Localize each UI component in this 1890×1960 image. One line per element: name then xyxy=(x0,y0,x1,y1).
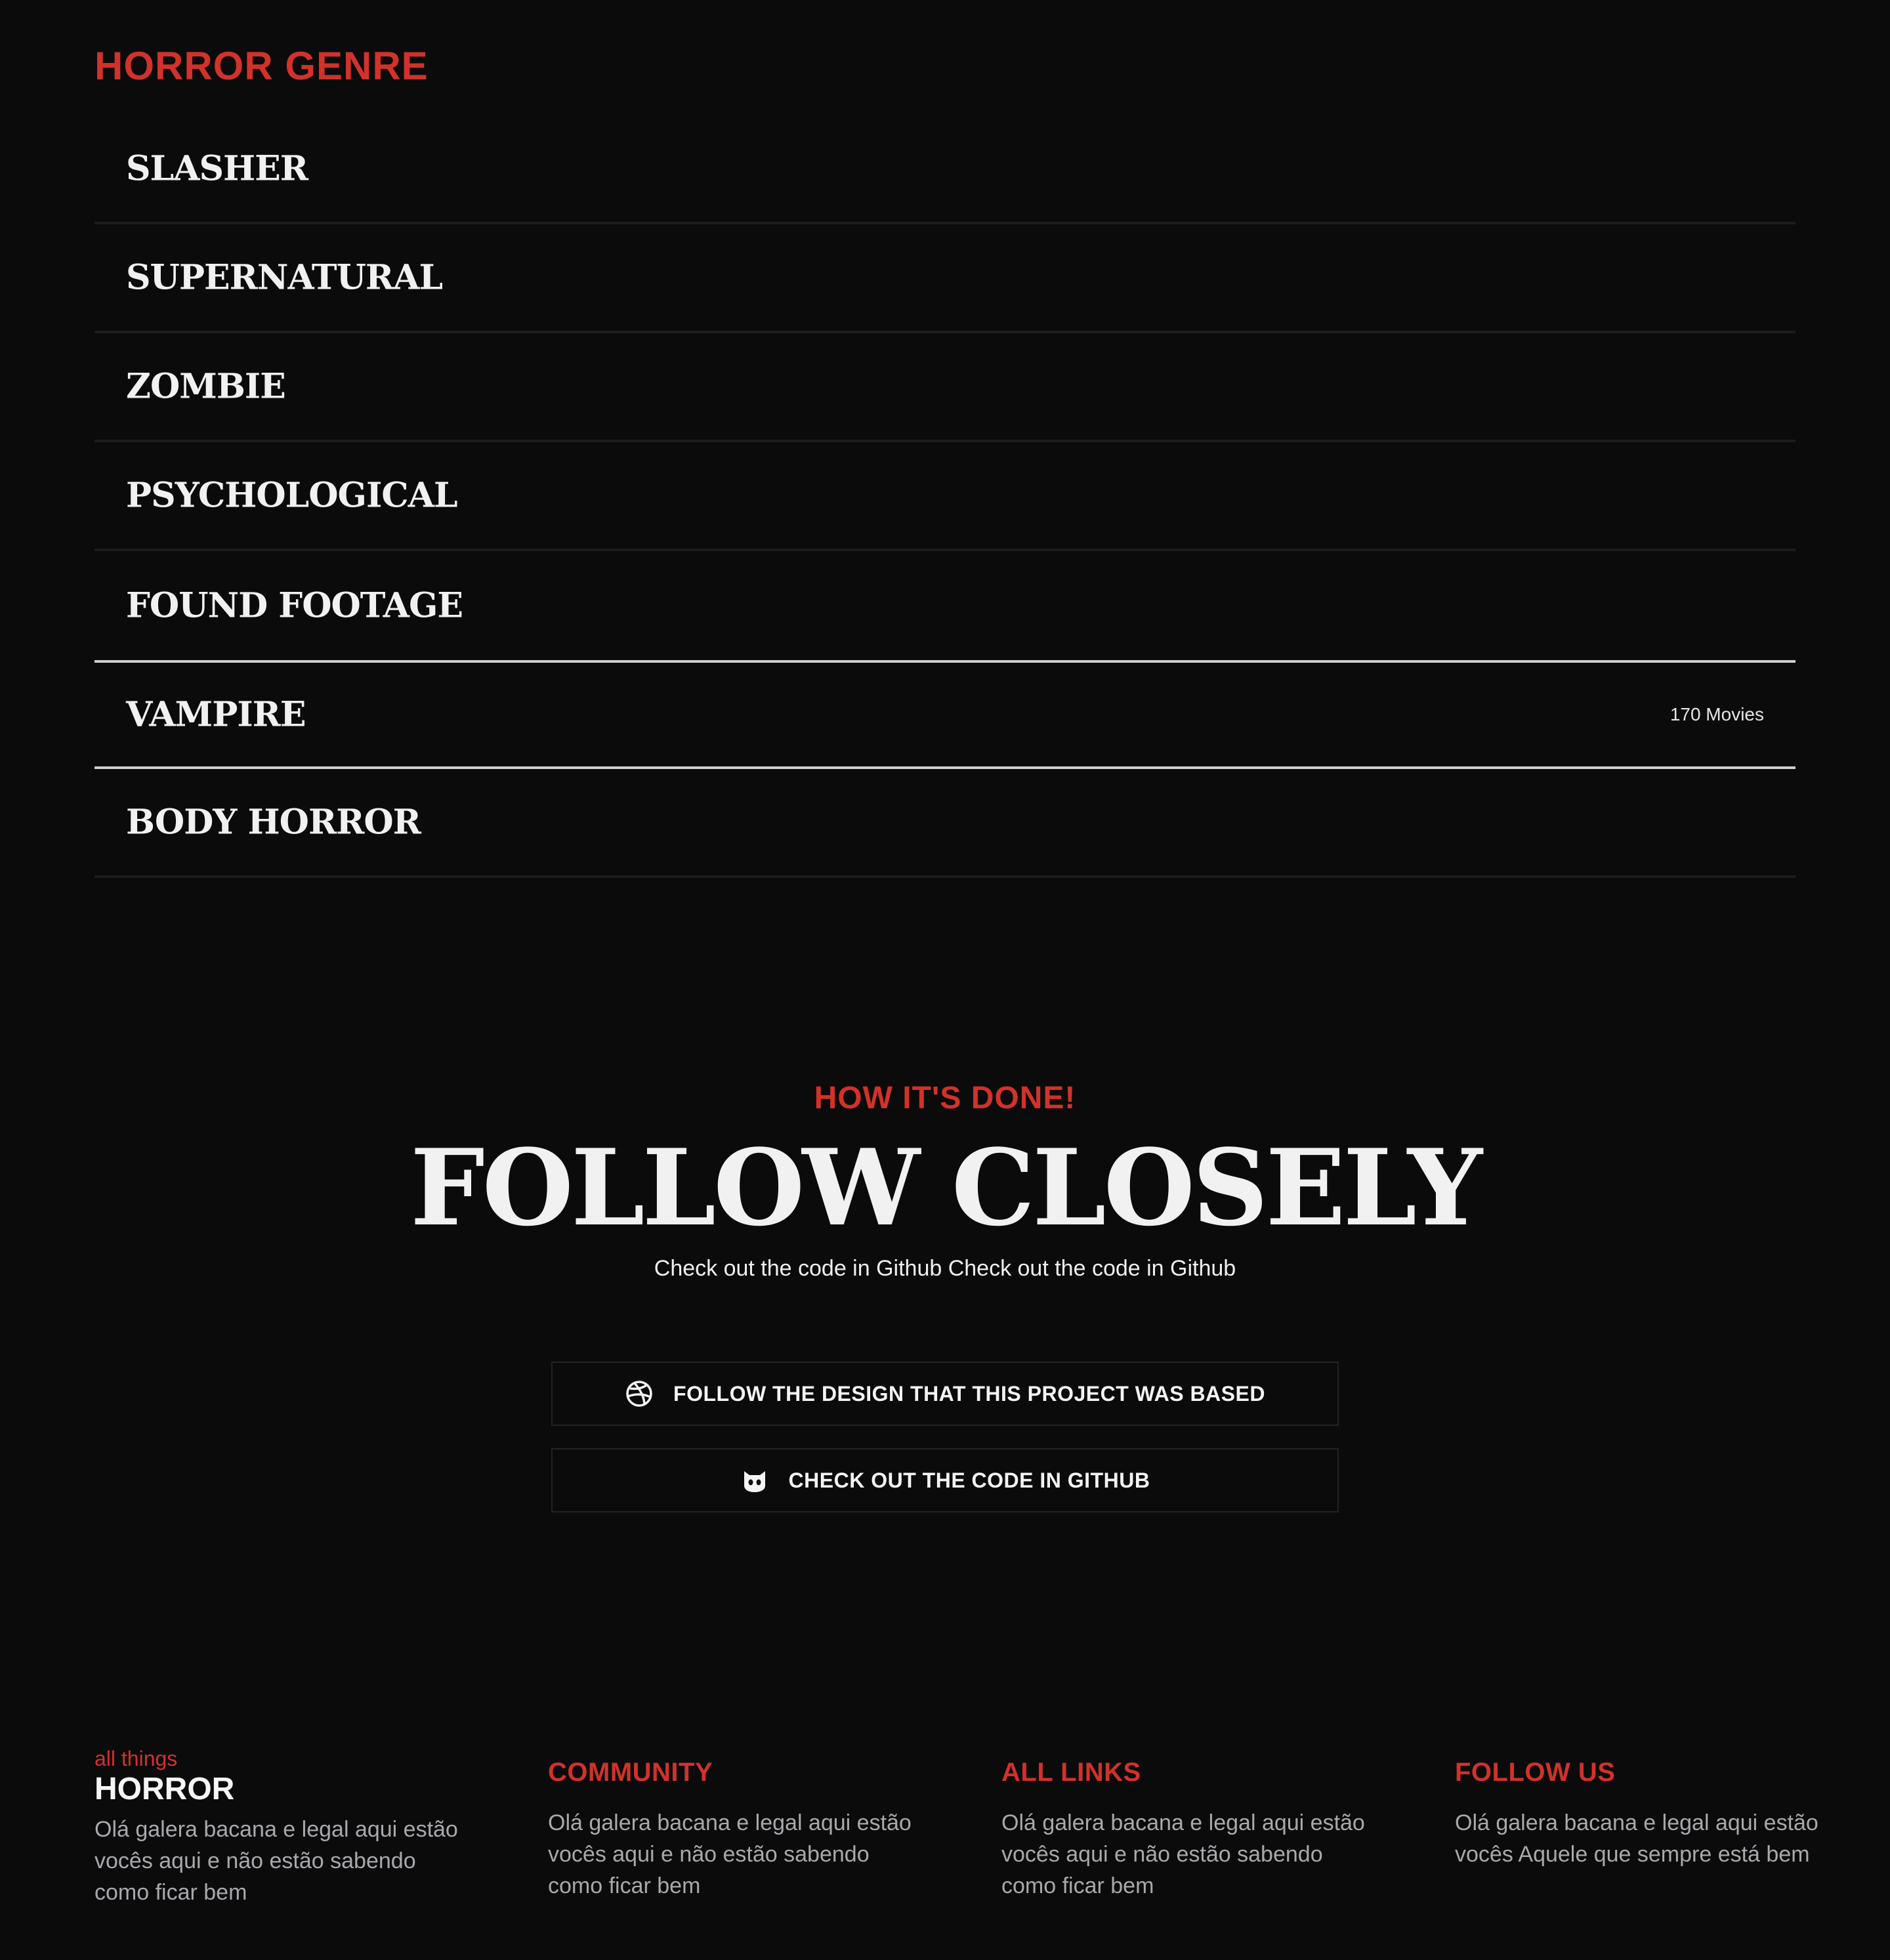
github-code-button[interactable]: CHECK OUT THE CODE IN GITHUB xyxy=(551,1448,1339,1512)
genre-list: SLASHER SUPERNATURAL ZOMBIE PSYCHOLOGICA… xyxy=(94,115,1796,878)
genre-item-vampire[interactable]: VAMPIRE 170 Movies xyxy=(94,660,1796,769)
footer-brand-tagline: all things xyxy=(94,1747,178,1770)
genre-item-zombie[interactable]: ZOMBIE xyxy=(94,333,1796,442)
genre-item-slasher[interactable]: SLASHER xyxy=(94,115,1796,224)
github-code-button-label: CHECK OUT THE CODE IN GITHUB xyxy=(788,1468,1150,1492)
genre-section-title: HORROR GENRE xyxy=(94,44,429,88)
how-section-subtitle: Check out the code in Github Check out t… xyxy=(654,1256,1236,1281)
genre-item-supernatural[interactable]: SUPERNATURAL xyxy=(94,224,1796,333)
genre-item-found-footage[interactable]: FOUND FOOTAGE xyxy=(94,551,1796,660)
footer-follow-heading: FOLLOW US xyxy=(1455,1758,1616,1787)
footer-community-column: COMMUNITY Olá galera bacana e legal aqui… xyxy=(548,1745,915,1902)
footer-links-text: Olá galera bacana e legal aqui estão voc… xyxy=(1001,1810,1365,1898)
footer-brand-name: HORROR xyxy=(94,1772,235,1806)
footer-links-heading: ALL LINKS xyxy=(1001,1758,1141,1787)
genre-item-body-horror[interactable]: BODY HORROR xyxy=(94,769,1796,878)
follow-design-button-label: FOLLOW THE DESIGN THAT THIS PROJECT WAS … xyxy=(673,1381,1265,1406)
how-section-title: FOLLOW CLOSELY xyxy=(410,1126,1482,1249)
footer-brand-column: all things HORROR Olá galera bacana e le… xyxy=(94,1745,462,1908)
genre-item-label: SLASHER xyxy=(126,148,308,189)
genre-item-count: 170 Movies xyxy=(1670,704,1764,724)
genre-item-label: BODY HORROR xyxy=(126,802,421,843)
github-icon xyxy=(740,1466,769,1495)
genre-item-label: VAMPIRE xyxy=(126,694,306,735)
genre-item-label: FOUND FOOTAGE xyxy=(126,585,463,626)
genre-item-psychological[interactable]: PSYCHOLOGICAL xyxy=(94,442,1796,551)
genre-item-label: PSYCHOLOGICAL xyxy=(126,475,458,516)
footer-follow-text: Olá galera bacana e legal aqui estão voc… xyxy=(1455,1810,1818,1867)
genre-item-label: ZOMBIE xyxy=(126,366,286,407)
footer-brand-text: Olá galera bacana e legal aqui estão voc… xyxy=(94,1817,458,1905)
footer-links-column: ALL LINKS Olá galera bacana e legal aqui… xyxy=(1001,1745,1369,1902)
follow-design-button[interactable]: FOLLOW THE DESIGN THAT THIS PROJECT WAS … xyxy=(551,1362,1339,1426)
footer-follow-column: FOLLOW US Olá galera bacana e legal aqui… xyxy=(1455,1745,1822,1870)
dribbble-icon xyxy=(625,1379,654,1408)
footer-community-text: Olá galera bacana e legal aqui estão voc… xyxy=(548,1810,912,1898)
footer-community-heading: COMMUNITY xyxy=(548,1758,713,1787)
genre-item-label: SUPERNATURAL xyxy=(126,257,443,298)
how-section-kicker: HOW IT'S DONE! xyxy=(814,1081,1076,1116)
